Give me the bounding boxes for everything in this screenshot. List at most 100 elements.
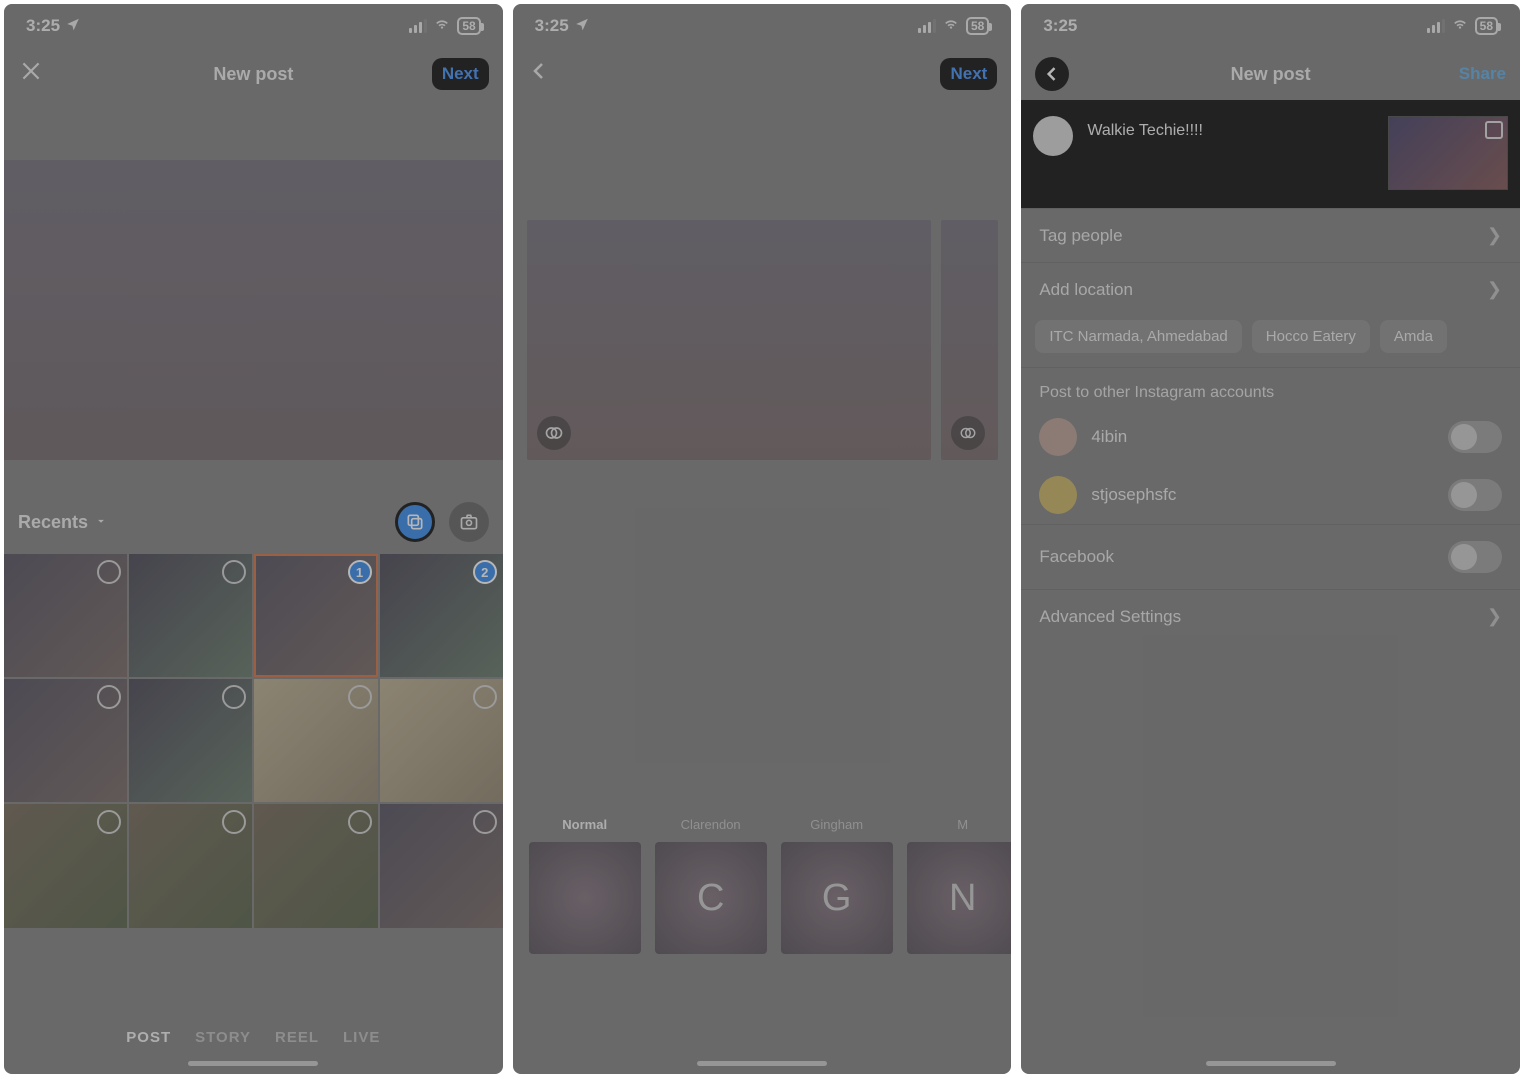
share-button[interactable]: Share [1459,64,1506,84]
home-indicator [697,1061,827,1066]
row-tag-people[interactable]: Tag people ❯ [1021,209,1520,262]
close-icon[interactable] [18,58,44,91]
location-chip[interactable]: Hocco Eatery [1252,320,1370,353]
row-label: Facebook [1039,547,1114,567]
filter-thumb [529,842,641,954]
multi-select-button[interactable] [395,502,435,542]
nav-bar: New post Next [4,48,503,100]
media-preview-next[interactable] [941,220,997,460]
battery-icon: 58 [1475,17,1498,35]
media-thumbnail[interactable] [4,679,127,802]
filter-thumb: C [655,842,767,954]
next-button[interactable]: Next [940,58,997,90]
media-thumbnail[interactable]: 1 [254,554,377,677]
row-label: Advanced Settings [1039,607,1181,627]
caption-area: Walkie Techie!!!! [1021,100,1520,208]
back-icon[interactable] [527,59,551,90]
media-grid: 1 2 [4,554,503,928]
chevron-right-icon: ❯ [1487,606,1502,627]
filters-carousel[interactable]: Normal Clarendon C Gingham G M N [513,817,1012,954]
tab-live[interactable]: LIVE [343,1029,380,1046]
page-title: New post [78,64,429,85]
filter-label: Gingham [781,817,893,832]
filter-gingham[interactable]: Gingham G [781,817,893,954]
filter-clarendon[interactable]: Clarendon C [655,817,767,954]
venn-effect-icon[interactable] [951,416,985,450]
section-crosspost: Post to other Instagram accounts [1021,368,1520,408]
media-thumbnail[interactable] [4,804,127,927]
tab-reel[interactable]: REEL [275,1029,319,1046]
media-thumbnail[interactable]: 2 [380,554,503,677]
filter-label: Normal [529,817,641,832]
filter-moon[interactable]: M N [907,817,1012,954]
filter-label: M [907,817,1012,832]
venn-effect-icon[interactable] [537,416,571,450]
media-thumbnail[interactable] [254,804,377,927]
facebook-toggle[interactable] [1448,541,1502,573]
album-selector[interactable]: Recents [18,512,108,533]
avatar [1039,418,1077,456]
status-bar: 3:25 58 [4,4,503,48]
screen-new-post-picker: 3:25 58 New post Next Recents [4,4,503,1074]
media-thumbnail[interactable] [380,679,503,802]
media-thumbnail[interactable] [254,679,377,802]
camera-button[interactable] [449,502,489,542]
avatar [1039,476,1077,514]
selection-badge: 1 [348,560,372,584]
status-time: 3:25 [535,16,569,36]
back-icon[interactable] [1035,57,1069,91]
crosspost-toggle[interactable] [1448,479,1502,511]
filter-thumb: N [907,842,1012,954]
row-advanced-settings[interactable]: Advanced Settings ❯ [1021,590,1520,643]
chevron-right-icon: ❯ [1487,279,1502,300]
battery-icon: 58 [966,17,989,35]
battery-icon: 58 [457,17,480,35]
media-preview[interactable] [527,220,932,460]
tab-story[interactable]: STORY [195,1029,251,1046]
screen-filter-editor: 3:25 58 Next [513,4,1012,1074]
media-thumbnail[interactable] [380,804,503,927]
caption-input[interactable]: Walkie Techie!!!! [1087,116,1374,140]
location-suggestions: ITC Narmada, Ahmedabad Hocco Eatery Amda [1021,316,1520,367]
account-row: 4ibin [1021,408,1520,466]
album-label: Recents [18,512,88,533]
media-thumbnail[interactable] [129,679,252,802]
crosspost-toggle[interactable] [1448,421,1502,453]
row-label: Tag people [1039,226,1122,246]
status-time: 3:25 [26,16,60,36]
wifi-icon [1451,16,1469,36]
account-name: 4ibin [1091,427,1127,447]
media-thumbnail[interactable] [129,554,252,677]
chevron-right-icon: ❯ [1487,225,1502,246]
nav-bar: New post Share [1021,48,1520,100]
cellular-icon [1427,19,1445,33]
location-chip[interactable]: ITC Narmada, Ahmedabad [1035,320,1241,353]
filter-normal[interactable]: Normal [529,817,641,954]
account-name: stjosephsfc [1091,485,1176,505]
next-button[interactable]: Next [432,58,489,90]
status-time: 3:25 [1043,16,1077,36]
tab-post[interactable]: POST [126,1029,171,1046]
row-label: Add location [1039,280,1133,300]
wifi-icon [433,16,451,36]
status-bar: 3:25 58 [513,4,1012,48]
chevron-down-icon [94,512,108,533]
account-row: stjosephsfc [1021,466,1520,524]
media-thumbnail[interactable] [129,804,252,927]
filter-thumb: G [781,842,893,954]
status-bar: 3:25 58 [1021,4,1520,48]
location-chip[interactable]: Amda [1380,320,1447,353]
media-thumbnail[interactable] [4,554,127,677]
row-add-location[interactable]: Add location ❯ [1021,263,1520,316]
cellular-icon [409,19,427,33]
selection-badge: 2 [473,560,497,584]
post-thumbnail[interactable] [1388,116,1508,190]
nav-bar: Next [513,48,1012,100]
page-title: New post [1095,64,1446,85]
selected-media-preview[interactable] [4,160,503,460]
filter-label: Clarendon [655,817,767,832]
avatar [1033,116,1073,156]
row-facebook: Facebook [1021,525,1520,589]
cellular-icon [918,19,936,33]
home-indicator [1206,1061,1336,1066]
